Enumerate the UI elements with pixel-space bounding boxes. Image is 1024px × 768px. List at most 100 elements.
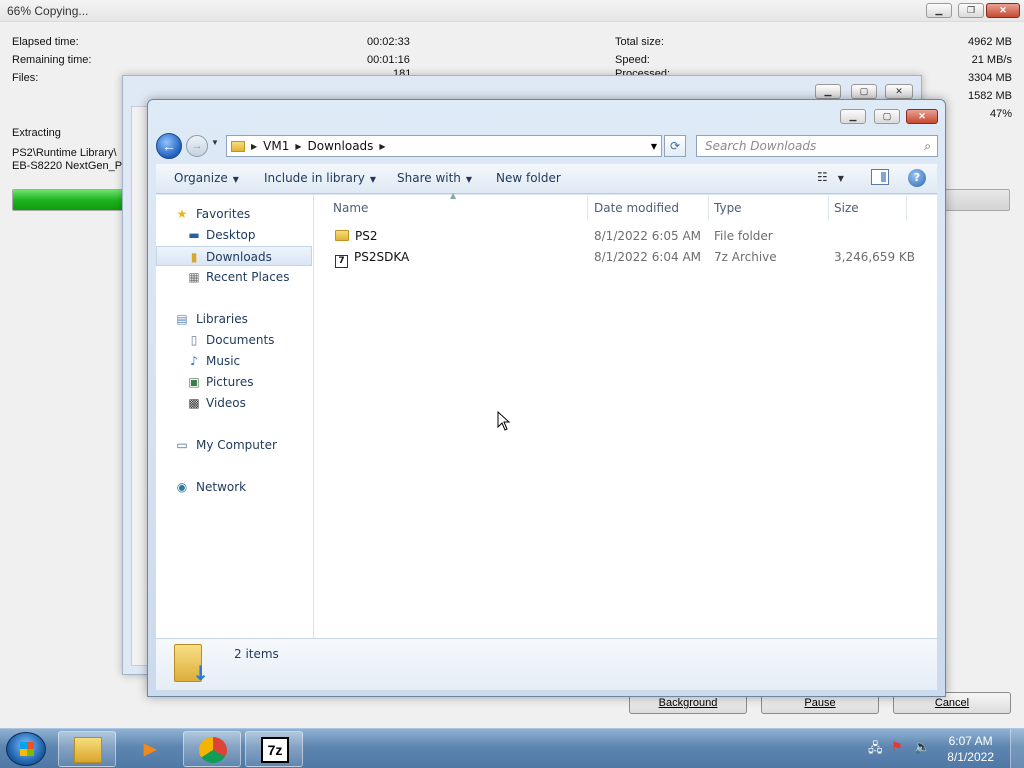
address-dropdown-icon[interactable]: ▼ (651, 142, 657, 151)
taskbar-explorer[interactable] (58, 731, 116, 767)
nav-label: Downloads (206, 250, 272, 264)
file-type: File folder (714, 229, 773, 243)
column-divider[interactable] (708, 195, 709, 221)
explorer-window: ▁ ▢ ✕ ← → ▼ ▶ VM1 ▶ Downloads ▶ ▼ ⟳ Sear… (147, 99, 946, 697)
column-header-type[interactable]: Type (714, 201, 742, 215)
organize-menu[interactable]: Organize ▼ (174, 171, 239, 185)
copy-dialog-title: 66% Copying... (7, 4, 89, 18)
nav-label: Music (206, 354, 241, 368)
copy-dialog-titlebar: 66% Copying... (0, 0, 1024, 22)
share-with-label: Share with (397, 171, 461, 185)
include-in-library-label: Include in library (264, 171, 365, 185)
bg-minimize-button[interactable]: ▁ (815, 84, 841, 99)
explorer-maximize-button[interactable]: ▢ (874, 109, 900, 124)
column-header-name[interactable]: Name (333, 201, 368, 215)
folder-icon (231, 140, 245, 152)
breadcrumb-vm1[interactable]: VM1 (263, 139, 289, 153)
nav-my-computer[interactable]: ▭ My Computer (156, 435, 312, 455)
nav-pictures[interactable]: ▣ Pictures (156, 372, 312, 392)
nav-videos[interactable]: ▩ Videos (156, 393, 312, 413)
nav-label: Libraries (196, 312, 248, 326)
taskbar-media-player[interactable]: ▶ (120, 731, 178, 767)
chevron-right-icon[interactable]: ▶ (251, 142, 257, 151)
nav-label: Recent Places (206, 270, 290, 284)
maximize-button[interactable]: ❐ (958, 3, 984, 18)
column-divider[interactable] (587, 195, 588, 221)
star-icon: ★ (176, 207, 188, 221)
volume-icon[interactable]: 🔈 (914, 739, 930, 755)
column-header-size[interactable]: Size (834, 201, 859, 215)
navigation-pane: ★ Favorites ▬ Desktop ▮ Downloads ▦ Recent P… (156, 195, 314, 638)
minimize-button[interactable]: ▁ (926, 3, 952, 18)
system-clock[interactable]: 6:07 AM 8/1/2022 (947, 733, 994, 765)
network-tray-icon[interactable]: 🖧 (868, 739, 883, 761)
help-icon[interactable]: ? (908, 169, 926, 187)
chrome-icon (199, 737, 227, 763)
archive-icon: 7 (335, 255, 348, 268)
file-name: PS2 (335, 226, 378, 246)
downloads-folder-icon (174, 644, 209, 685)
start-button[interactable] (6, 732, 46, 766)
file-name-text: PS2 (355, 229, 378, 243)
file-row[interactable]: 7 PS2SDKA 8/1/2022 6:04 AM 7z Archive 3,2… (325, 247, 927, 268)
view-list-icon: ☷ (817, 170, 828, 184)
search-icon[interactable]: ⌕ (924, 136, 931, 156)
new-folder-button[interactable]: New folder (496, 171, 561, 185)
chevron-down-icon: ▼ (232, 175, 239, 184)
bg-close-button[interactable]: ✕ (885, 84, 913, 99)
nav-music[interactable]: ♪ Music (156, 351, 312, 371)
forward-button[interactable]: → (186, 135, 208, 157)
total-size-value: 4962 MB (967, 36, 1012, 48)
share-with-menu[interactable]: Share with ▼ (397, 171, 472, 185)
explorer-close-button[interactable]: ✕ (906, 109, 938, 124)
file-list: ▲ Name Date modified Type Size PS2 8/1/2… (315, 191, 937, 638)
nav-desktop[interactable]: ▬ Desktop (156, 225, 312, 245)
speed-value: 21 MB/s (971, 54, 1012, 66)
speed-label: Speed: (615, 54, 650, 66)
refresh-button[interactable]: ⟳ (664, 135, 686, 157)
search-placeholder: Search Downloads (705, 139, 817, 153)
organize-label: Organize (174, 171, 228, 185)
back-button[interactable]: ← (156, 133, 182, 159)
extracting-label: Extracting (12, 127, 61, 139)
include-in-library-menu[interactable]: Include in library ▼ (264, 171, 376, 185)
taskbar-chrome[interactable] (183, 731, 241, 767)
change-view-button[interactable]: ☷ ▼ (817, 170, 844, 184)
elapsed-value: 00:02:33 (367, 36, 410, 48)
clock-date: 8/1/2022 (947, 750, 994, 764)
nav-favorites[interactable]: ★ Favorites (156, 204, 312, 224)
file-size: 3,246,659 KB (834, 250, 915, 264)
column-header-date-modified[interactable]: Date modified (594, 201, 679, 215)
remaining-label: Remaining time: (12, 54, 92, 66)
nav-downloads[interactable]: ▮ Downloads (156, 246, 312, 266)
documents-icon: ▯ (190, 333, 198, 347)
file-row[interactable]: PS2 8/1/2022 6:05 AM File folder (325, 226, 927, 246)
chevron-right-icon[interactable]: ▶ (295, 142, 301, 151)
close-button[interactable]: ✕ (986, 3, 1020, 18)
file-name: 7 PS2SDKA (335, 247, 409, 268)
breadcrumb-downloads[interactable]: Downloads (308, 139, 374, 153)
libraries-icon: ▤ (176, 312, 188, 326)
processed-value: 3304 MB (967, 72, 1012, 84)
chevron-right-icon[interactable]: ▶ (379, 142, 385, 151)
taskbar-7zip[interactable]: 7z (245, 731, 303, 767)
nav-documents[interactable]: ▯ Documents (156, 330, 312, 350)
nav-libraries[interactable]: ▤ Libraries (156, 309, 312, 329)
search-input[interactable]: Search Downloads ⌕ (696, 135, 938, 157)
extract-path-line1: PS2\Runtime Library\ (12, 147, 117, 159)
media-player-icon: ▶ (143, 741, 157, 758)
elapsed-label: Elapsed time: (12, 36, 79, 48)
column-divider[interactable] (828, 195, 829, 221)
recent-places-icon: ▦ (188, 270, 200, 284)
show-desktop-button[interactable] (1010, 729, 1024, 768)
recent-pages-dropdown[interactable]: ▼ (211, 138, 219, 147)
address-bar[interactable]: ▶ VM1 ▶ Downloads ▶ ▼ (226, 135, 662, 157)
nav-recent-places[interactable]: ▦ Recent Places (156, 267, 312, 287)
chevron-down-icon: ▼ (837, 174, 844, 183)
bg-maximize-button[interactable]: ▢ (851, 84, 877, 99)
nav-network[interactable]: ◉ Network (156, 477, 312, 497)
explorer-minimize-button[interactable]: ▁ (840, 109, 866, 124)
action-center-icon[interactable]: ⚑ (891, 739, 903, 755)
preview-pane-button[interactable] (871, 169, 889, 185)
column-divider[interactable] (906, 195, 907, 221)
